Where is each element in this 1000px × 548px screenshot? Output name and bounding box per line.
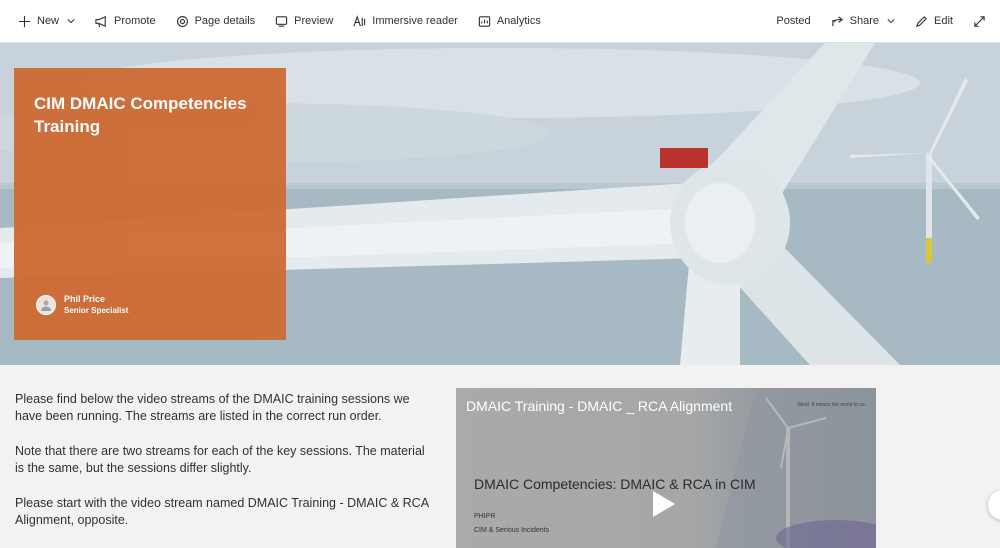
author-role: Senior Specialist (64, 306, 129, 315)
command-bar-left: New Promote Page details Preview Immersi… (8, 0, 551, 43)
immersive-reader-icon (353, 14, 366, 26)
author-name: Phil Price (64, 294, 106, 304)
expand-icon (974, 15, 985, 27)
author-byline[interactable]: Phil Price Senior Specialist (36, 293, 128, 316)
intro-paragraph: Please find below the video streams of t… (15, 392, 410, 423)
new-button[interactable]: New (8, 0, 85, 43)
person-icon (41, 300, 51, 311)
gear-icon (176, 15, 188, 27)
publish-status: Posted (776, 15, 811, 27)
command-bar: New Promote Page details Preview Immersi… (0, 0, 1000, 43)
page-content: Please find below the video streams of t… (0, 365, 1000, 548)
chevron-down-icon (67, 19, 75, 24)
video-player[interactable]: DMAIC Training - DMAIC _ RCA Alignment W… (456, 388, 876, 548)
edit-label: Edit (934, 15, 953, 27)
title-card: CIM DMAIC Competencies Training Phil Pri… (14, 68, 286, 340)
promote-button[interactable]: Promote (85, 0, 166, 43)
hero-banner: CIM DMAIC Competencies Training Phil Pri… (0, 43, 1000, 365)
plus-icon (18, 15, 31, 27)
page-title: CIM DMAIC Competencies Training (34, 94, 247, 136)
slide-department: CIM & Serious Incidents (474, 527, 550, 534)
note-paragraph: Note that there are two streams for each… (15, 444, 425, 475)
text-web-part: Please find below the video streams of t… (15, 391, 435, 547)
command-bar-right: Posted Share Edit (766, 0, 996, 43)
preview-button[interactable]: Preview (265, 0, 343, 43)
immersive-reader-button[interactable]: Immersive reader (343, 0, 468, 43)
author-text: Phil Price Senior Specialist (64, 293, 128, 316)
promote-label: Promote (114, 15, 156, 27)
chevron-down-icon (887, 19, 895, 24)
avatar (36, 294, 56, 315)
new-label: New (37, 15, 60, 27)
immersive-reader-label: Immersive reader (372, 15, 458, 27)
slide-author: PHIPR (474, 513, 496, 520)
megaphone-icon (95, 15, 106, 27)
edit-button[interactable]: Edit (905, 0, 963, 43)
video-title: DMAIC Training - DMAIC _ RCA Alignment (466, 398, 733, 414)
slide-title: DMAIC Competencies: DMAIC & RCA in CIM (474, 476, 756, 492)
pencil-icon (916, 15, 927, 27)
video-brand-text: Wind. It means the world to us. (797, 402, 866, 408)
page-details-button[interactable]: Page details (166, 0, 266, 43)
expand-button[interactable] (963, 0, 996, 43)
analytics-button[interactable]: Analytics (468, 0, 551, 43)
play-icon[interactable] (653, 491, 675, 517)
share-button[interactable]: Share (821, 0, 905, 43)
share-icon (831, 15, 843, 26)
analytics-label: Analytics (496, 15, 541, 27)
analytics-icon (478, 15, 491, 27)
preview-icon (275, 15, 288, 27)
start-paragraph: Please start with the video stream named… (15, 496, 429, 527)
share-label: Share (849, 15, 880, 27)
page-details-label: Page details (194, 15, 256, 27)
preview-label: Preview (294, 15, 334, 27)
